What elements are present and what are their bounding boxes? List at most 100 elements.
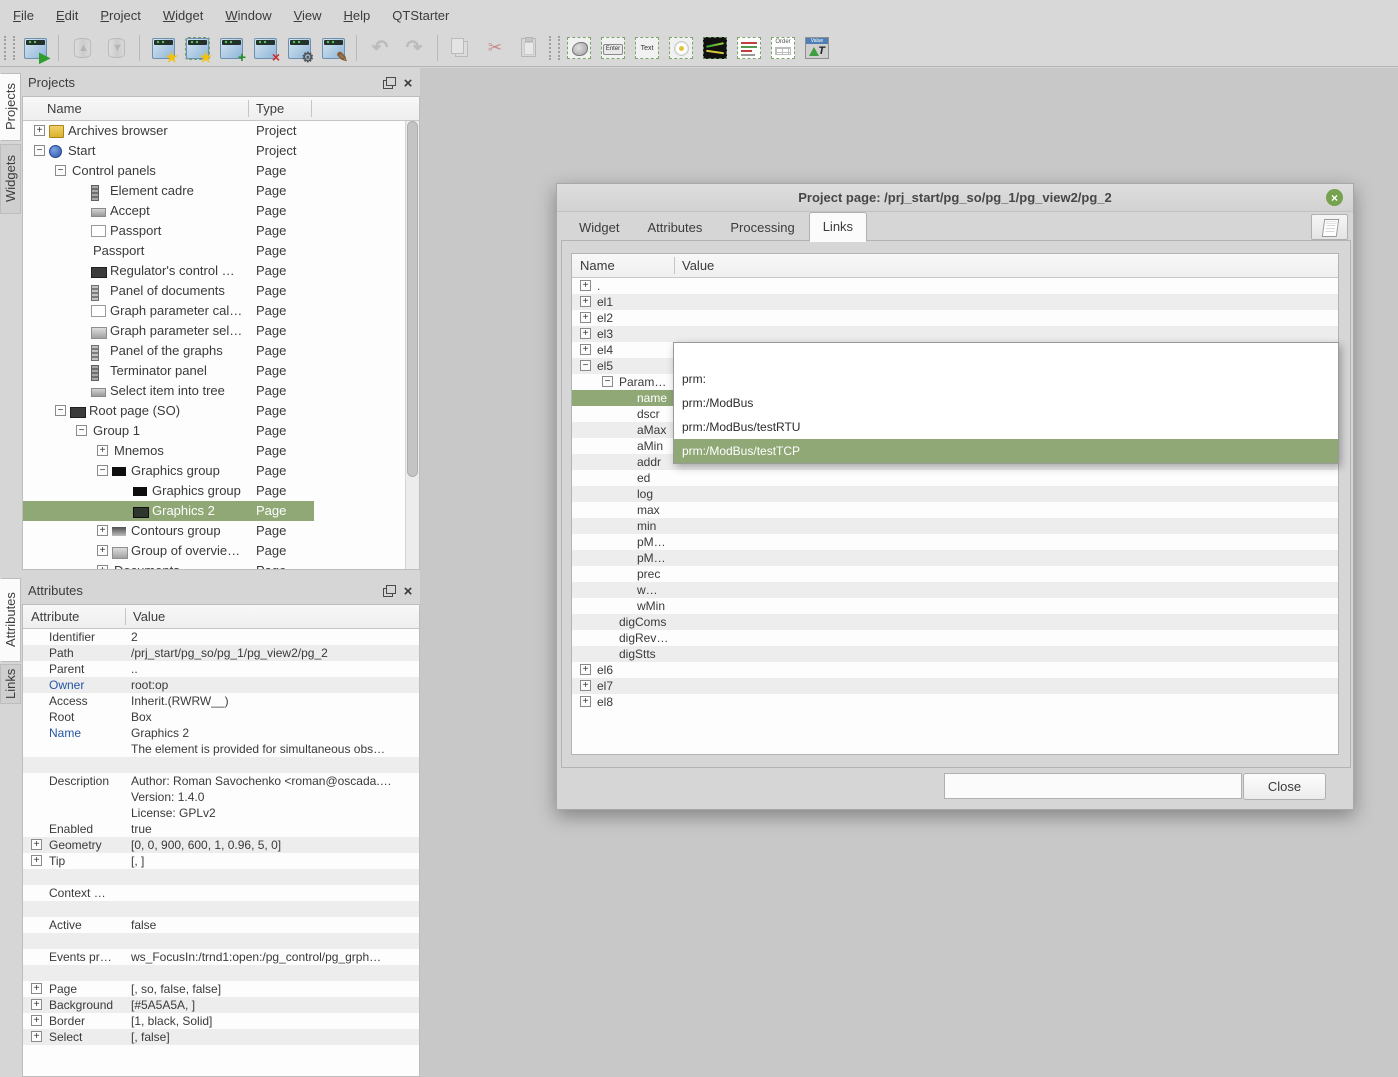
collapse-icon[interactable]: − — [602, 376, 613, 387]
tree-row[interactable]: Terminator panelPage — [23, 361, 405, 381]
toolbar-handle[interactable] — [4, 36, 15, 60]
attribute-row[interactable]: +Tip[, ] — [23, 853, 419, 869]
link-row[interactable]: +el3 — [572, 326, 1338, 342]
tree-row[interactable]: +Contours groupPage — [23, 521, 405, 541]
tree-row[interactable]: Graph parameter cal…Page — [23, 301, 405, 321]
projects-close-button[interactable]: × — [400, 75, 416, 91]
column-divider[interactable] — [248, 100, 249, 117]
redo-button[interactable]: ↷ — [399, 33, 429, 63]
expand-icon[interactable]: + — [580, 312, 591, 323]
attribute-row[interactable]: Path/prj_start/pg_so/pg_1/pg_view2/pg_2 — [23, 645, 419, 661]
link-row[interactable]: w… — [572, 582, 1338, 598]
tree-row[interactable]: +DocumentsPage — [23, 561, 405, 569]
paste-button[interactable] — [514, 33, 544, 63]
tree-row[interactable]: −Group 1Page — [23, 421, 405, 441]
attribute-row[interactable]: AccessInherit.(RWRW__) — [23, 693, 419, 709]
expand-icon[interactable]: + — [97, 445, 108, 456]
expand-icon[interactable]: + — [580, 696, 591, 707]
attribute-row-continuation[interactable] — [23, 933, 419, 949]
tree-row[interactable]: +Group of overvie…Page — [23, 541, 405, 561]
attributes-close-button[interactable]: × — [400, 583, 416, 599]
column-header-type[interactable]: Type — [256, 101, 284, 116]
new-project-button[interactable]: ★ — [148, 33, 178, 63]
dialog-tab-attributes[interactable]: Attributes — [633, 215, 716, 241]
tree-row[interactable]: AcceptPage — [23, 201, 405, 221]
text-button[interactable]: Text — [633, 33, 663, 63]
attribute-row[interactable]: Ownerroot:op — [23, 677, 419, 693]
column-header-value[interactable]: Value — [682, 258, 714, 273]
media-button[interactable] — [667, 33, 697, 63]
expand-icon[interactable]: + — [580, 328, 591, 339]
menu-project[interactable]: Project — [89, 4, 151, 27]
cut-button[interactable]: ✂ — [480, 33, 510, 63]
expand-icon[interactable]: + — [31, 1015, 42, 1026]
attribute-row-continuation[interactable]: The element is provided for simultaneous… — [23, 741, 419, 757]
link-row[interactable]: max — [572, 502, 1338, 518]
attribute-row-continuation[interactable]: Version: 1.4.0 — [23, 789, 419, 805]
attribute-row[interactable]: RootBox — [23, 709, 419, 725]
link-row[interactable]: min — [572, 518, 1338, 534]
menu-qtstarter[interactable]: QTStarter — [381, 4, 460, 27]
projects-scrollbar[interactable] — [405, 121, 419, 569]
attribute-row[interactable]: Identifier2 — [23, 629, 419, 645]
side-tab-projects[interactable]: Projects — [0, 73, 21, 141]
tree-row[interactable]: −Control panelsPage — [23, 161, 405, 181]
attribute-row-continuation[interactable] — [23, 901, 419, 917]
tree-row[interactable]: −StartProject — [23, 141, 405, 161]
attribute-row[interactable]: Parent.. — [23, 661, 419, 677]
delete-item-button[interactable]: × — [250, 33, 280, 63]
box-button[interactable]: ValueT — [803, 33, 833, 63]
expand-icon[interactable]: + — [31, 855, 42, 866]
tree-row[interactable]: −Graphics groupPage — [23, 461, 405, 481]
expand-icon[interactable]: + — [97, 525, 108, 536]
expand-icon[interactable]: + — [580, 344, 591, 355]
attribute-row-continuation[interactable] — [23, 869, 419, 885]
menu-file[interactable]: File — [2, 4, 45, 27]
tree-row[interactable]: Select item into treePage — [23, 381, 405, 401]
menu-widget[interactable]: Widget — [152, 4, 214, 27]
expand-icon[interactable]: + — [580, 680, 591, 691]
attribute-row[interactable]: NameGraphics 2 — [23, 725, 419, 741]
link-row[interactable]: +el7 — [572, 678, 1338, 694]
dialog-tab-widget[interactable]: Widget — [565, 215, 633, 241]
dialog-tab-processing[interactable]: Processing — [716, 215, 808, 241]
tree-row[interactable]: Regulator's control …Page — [23, 261, 405, 281]
add-item-button[interactable]: + — [216, 33, 246, 63]
expand-icon[interactable]: + — [580, 280, 591, 291]
tree-row[interactable]: PassportPage — [23, 221, 405, 241]
protocol-button[interactable] — [735, 33, 765, 63]
dropdown-option[interactable] — [674, 343, 1338, 367]
link-row[interactable]: +el8 — [572, 694, 1338, 710]
tree-row[interactable]: Panel of documentsPage — [23, 281, 405, 301]
tree-row[interactable]: Panel of the graphsPage — [23, 341, 405, 361]
link-row[interactable]: digRev… — [572, 630, 1338, 646]
copy-button[interactable] — [446, 33, 476, 63]
tree-row[interactable]: PassportPage — [23, 241, 405, 261]
collapse-icon[interactable]: − — [580, 360, 591, 371]
collapse-icon[interactable]: − — [55, 165, 66, 176]
dropdown-option[interactable]: prm:/ModBus — [674, 391, 1338, 415]
attribute-row[interactable]: Enabledtrue — [23, 821, 419, 837]
expand-icon[interactable]: + — [31, 839, 42, 850]
dropdown-option[interactable]: prm: — [674, 367, 1338, 391]
link-row[interactable]: ed — [572, 470, 1338, 486]
side-tab-links[interactable]: Links — [0, 664, 21, 704]
column-divider[interactable] — [125, 608, 126, 625]
link-row[interactable]: digComs — [572, 614, 1338, 630]
attribute-row[interactable]: +Border[1, black, Solid] — [23, 1013, 419, 1029]
attribute-row[interactable]: +Background[#5A5A5A, ] — [23, 997, 419, 1013]
side-tab-widgets[interactable]: Widgets — [0, 144, 21, 214]
tree-row[interactable]: +MnemosPage — [23, 441, 405, 461]
tree-row[interactable]: Graphics groupPage — [23, 481, 405, 501]
attribute-row[interactable]: +Select[, false] — [23, 1029, 419, 1045]
dropdown-option[interactable]: prm:/ModBus/testTCP — [674, 439, 1338, 463]
menu-window[interactable]: Window — [214, 4, 282, 27]
expand-icon[interactable]: + — [31, 1031, 42, 1042]
new-library-button[interactable]: ★ — [182, 33, 212, 63]
item-edit-button[interactable]: ✎ — [318, 33, 348, 63]
document-button[interactable]: Order — [769, 33, 799, 63]
link-row[interactable]: +el1 — [572, 294, 1338, 310]
item-properties-button[interactable]: ⚙ — [284, 33, 314, 63]
expand-icon[interactable]: + — [97, 565, 108, 569]
dialog-close-button[interactable]: × — [1326, 189, 1343, 206]
